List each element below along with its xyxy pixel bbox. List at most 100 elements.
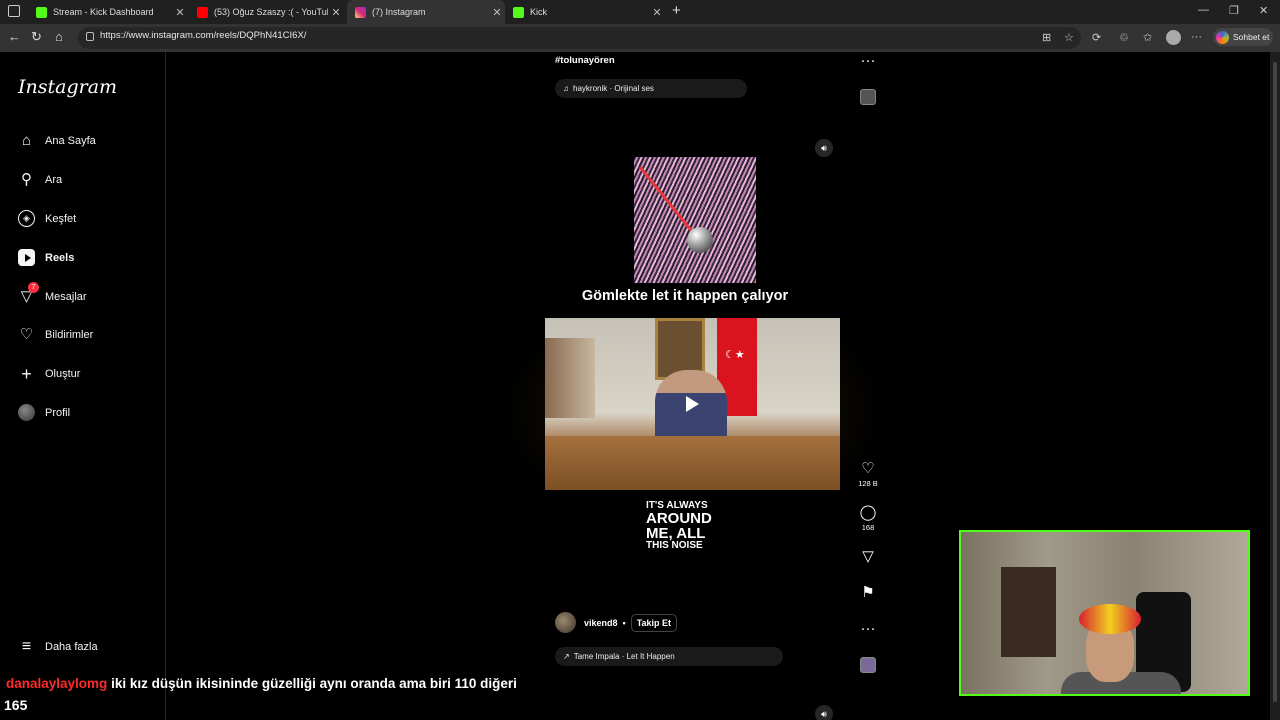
trending-arrow-icon: ↗ [563, 652, 570, 661]
reload-icon[interactable]: ↻ [31, 29, 42, 45]
performance-icon[interactable]: ♲ [1119, 31, 1129, 44]
author-username[interactable]: vikend8 [584, 618, 618, 628]
profile-avatar[interactable] [1166, 30, 1181, 45]
sidebar-item-reels[interactable]: Reels [18, 249, 74, 266]
sidebar-item-label: Reels [45, 251, 75, 264]
compass-icon: ◈ [18, 210, 35, 227]
restore-icon[interactable]: ❐ [1229, 4, 1239, 17]
follow-button[interactable]: Takip Et [630, 613, 678, 632]
author-avatar[interactable] [555, 612, 576, 633]
messenger-icon: ▽ 7 [18, 282, 39, 305]
send-icon: ▽ [862, 548, 874, 565]
close-icon[interactable]: ✕ [649, 6, 665, 19]
sidebar-item-label: Mesajlar [45, 290, 87, 303]
reels-icon [18, 249, 35, 266]
instagram-icon [355, 6, 366, 18]
extensions-icon[interactable]: ⟳ [1092, 31, 1101, 44]
sidebar-item-notifications[interactable]: ♡ Bildirimler [18, 326, 94, 343]
webcam-overlay [959, 530, 1250, 696]
more-menu-icon[interactable]: ··· [1191, 31, 1202, 43]
avatar [18, 404, 35, 421]
lyric-line: AROUND [646, 510, 712, 527]
comment-count: 168 [861, 523, 875, 532]
album-cover-image [634, 157, 756, 283]
home-icon[interactable]: ⌂ [55, 29, 63, 44]
copilot-chat-button[interactable]: Sohbet et [1213, 28, 1273, 46]
copilot-icon [1216, 30, 1229, 44]
window-menu-icon[interactable] [8, 5, 20, 17]
sidebar-item-explore[interactable]: ◈ Keşfet [18, 210, 76, 227]
sidebar-item-label: Bildirimler [45, 328, 94, 341]
audio-thumbnail[interactable] [860, 89, 876, 105]
kick-icon [36, 6, 47, 18]
save-button[interactable]: ⚑ [853, 584, 883, 601]
sidebar-item-label: Ara [45, 173, 63, 186]
youtube-icon [197, 6, 208, 18]
reel-hashtag[interactable]: #tolunayören [555, 55, 615, 66]
minimize-icon[interactable]: — [1198, 4, 1209, 16]
instagram-logo[interactable]: Instagram [18, 76, 117, 98]
favorites-icon[interactable]: ✩ [1143, 31, 1152, 44]
tab-title: Stream - Kick Dashboard [53, 7, 154, 17]
chat-overlay-count: 165 [4, 697, 28, 713]
search-icon: ⚲ [21, 171, 32, 188]
kick-icon [513, 6, 524, 18]
plus-icon: + [21, 363, 32, 384]
sidebar-item-create[interactable]: + Oluştur [18, 363, 80, 384]
audio-thumbnail[interactable] [860, 657, 876, 673]
close-window-icon[interactable]: ✕ [1259, 4, 1268, 17]
more-options-icon[interactable]: ··· [853, 620, 883, 637]
new-tab-button[interactable]: + [672, 2, 681, 19]
chat-username: danalaylaylomg [6, 676, 108, 691]
volume-icon[interactable]: 🔊︎ [815, 139, 833, 157]
sidebar-item-home[interactable]: ⌂ Ana Sayfa [18, 132, 96, 149]
lyric-line: THIS NOISE [646, 540, 703, 551]
lyric-line: ME, ALL [646, 525, 706, 542]
notification-badge: 7 [28, 282, 39, 293]
bookmark-icon: ⚑ [861, 584, 875, 601]
music-note-icon: ♫ [563, 84, 569, 93]
like-button[interactable]: ♡ 128 B [853, 460, 883, 488]
chat-button-label: Sohbet et [1233, 32, 1270, 42]
play-icon[interactable] [686, 396, 699, 412]
comment-button[interactable]: ◯ 168 [853, 504, 883, 532]
separator-dot: • [622, 617, 626, 628]
tab-instagram[interactable]: (7) Instagram ✕ [347, 0, 505, 24]
chat-message-text: iki kız düşün ikisininde güzelliği aynı … [111, 676, 517, 691]
tab-kick-dashboard[interactable]: Stream - Kick Dashboard ✕ [28, 0, 188, 24]
sidebar-item-search[interactable]: ⚲ Ara [18, 171, 62, 188]
sidebar-item-more[interactable]: ≡ Daha fazla [18, 638, 98, 655]
top-audio-link[interactable]: ♫ haykronik · Orijinal ses [555, 79, 747, 98]
bottom-audio-link[interactable]: ↗ Tame Impala · Let It Happen [555, 647, 783, 666]
lyrics-text: IT'S ALWAYS AROUND ME, ALL THIS NOISE [646, 501, 766, 551]
heart-icon: ♡ [19, 326, 34, 343]
more-options-icon[interactable]: ··· [853, 52, 883, 69]
sidebar-item-label: Daha fazla [45, 640, 98, 653]
favorite-star-icon[interactable]: ☆ [1064, 31, 1074, 44]
sidebar-item-label: Ana Sayfa [45, 134, 96, 147]
reel-author: vikend8 • Takip Et [555, 612, 678, 633]
audio-label: haykronik · Orijinal ses [573, 84, 654, 93]
url-text[interactable]: https://www.instagram.com/reels/DQPhN41C… [100, 30, 306, 41]
site-info-icon[interactable] [86, 32, 94, 41]
tab-kick[interactable]: Kick ✕ [505, 0, 665, 24]
close-icon[interactable]: ✕ [172, 6, 188, 19]
sidebar-item-messages[interactable]: ▽ 7 Mesajlar [18, 282, 87, 305]
like-count: 128 B [858, 479, 878, 488]
tab-youtube[interactable]: (53) Oğuz Szaszy :( - YouTube ✕ [189, 0, 344, 24]
chat-overlay-message: danalaylaylomg iki kız düşün ikisininde … [6, 676, 517, 691]
share-button[interactable]: ▽ [853, 548, 883, 565]
tab-title: (7) Instagram [372, 7, 426, 17]
app-available-icon[interactable]: ⊞ [1042, 31, 1051, 44]
scrollbar-thumb[interactable] [1273, 62, 1277, 702]
back-icon[interactable]: ← [8, 29, 21, 44]
sidebar-item-label: Keşfet [45, 212, 77, 225]
sidebar-item-profile[interactable]: Profil [18, 404, 70, 421]
tab-bar: Stream - Kick Dashboard ✕ (53) Oğuz Szas… [0, 0, 1280, 24]
comment-icon: ◯ [859, 504, 877, 521]
volume-icon[interactable]: 🔊︎ [815, 705, 833, 720]
close-icon[interactable]: ✕ [489, 6, 505, 19]
tab-title: Kick [530, 7, 548, 17]
tab-title: (53) Oğuz Szaszy :( - YouTube [214, 7, 328, 17]
close-icon[interactable]: ✕ [328, 6, 344, 19]
